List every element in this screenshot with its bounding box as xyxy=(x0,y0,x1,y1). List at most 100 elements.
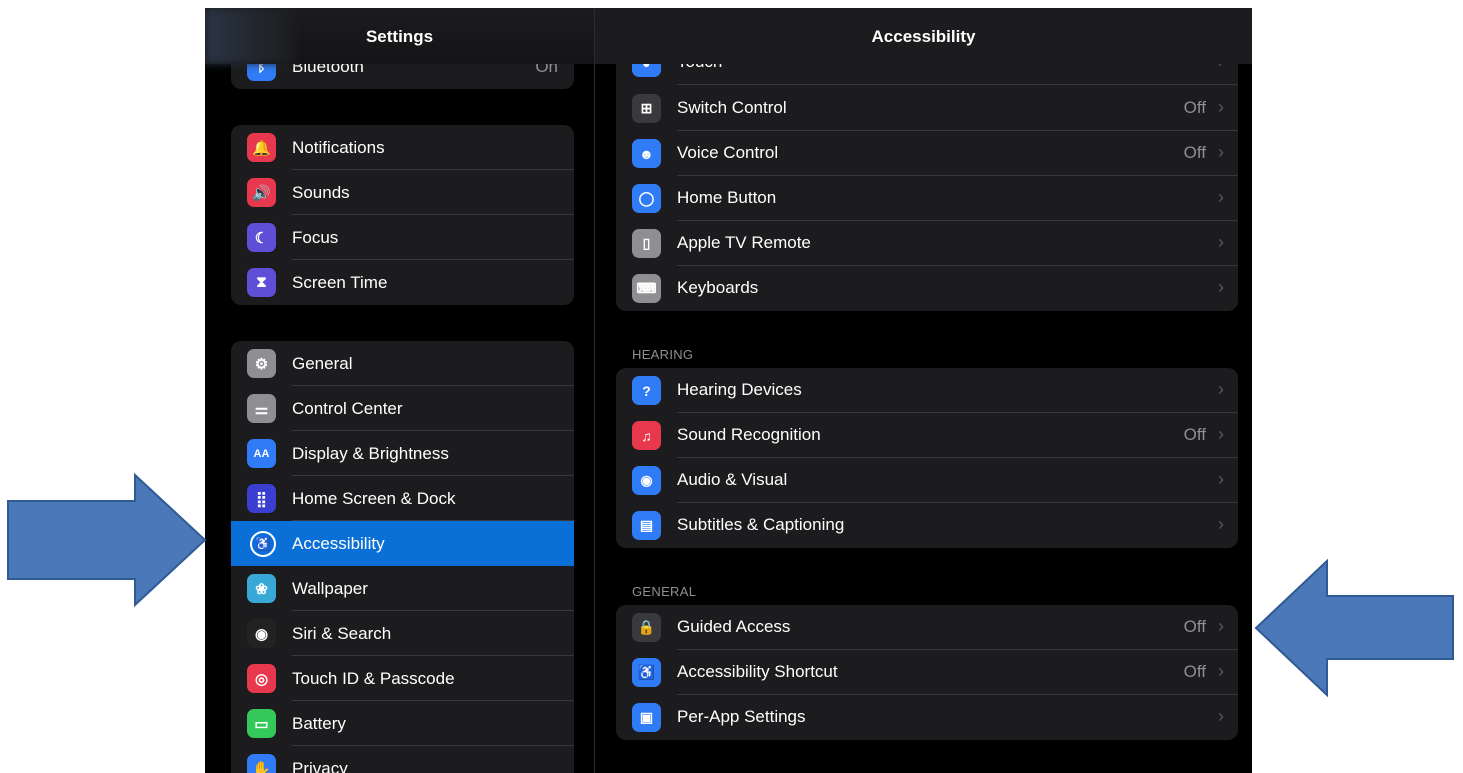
sidebar-item-battery[interactable]: ▭ Battery xyxy=(231,701,574,746)
toggles-icon: ⚌ xyxy=(247,394,276,423)
accessibility-shortcut-icon: ♿ xyxy=(632,658,661,687)
row-label: Keyboards xyxy=(677,278,759,297)
sidebar-item-label: Sounds xyxy=(292,183,350,202)
settings-row-home-button[interactable]: ◯ Home Button › xyxy=(616,176,1238,221)
row-value: Off xyxy=(1183,143,1206,162)
chevron-right-icon: › xyxy=(1218,97,1224,117)
bell-icon: 🔔 xyxy=(247,133,276,162)
chevron-right-icon: › xyxy=(1218,232,1224,252)
sidebar-item-label: General xyxy=(292,354,353,373)
siri-icon: ◉ xyxy=(247,619,276,648)
sidebar-item-general[interactable]: ⚙ General xyxy=(231,341,574,386)
row-label: Subtitles & Captioning xyxy=(677,515,845,534)
sidebar-item-notifications[interactable]: 🔔 Notifications xyxy=(231,125,574,170)
ipad-screen: Settings ᛒ Bluetooth On 🔔 Notifications 🔊 S… xyxy=(205,8,1252,773)
general-group: 🔒 Guided Access Off › ♿ Accessibility Shortcu… xyxy=(616,605,1238,740)
sound-wave-icon: ♫ xyxy=(632,421,661,450)
settings-row-accessibility-shortcut[interactable]: ♿ Accessibility Shortcut Off › xyxy=(616,650,1238,695)
settings-row-sound-recognition[interactable]: ♫ Sound Recognition Off › xyxy=(616,413,1238,458)
per-app-icon: ▣ xyxy=(632,703,661,732)
gear-icon: ⚙ xyxy=(247,349,276,378)
chevron-right-icon: › xyxy=(1218,142,1224,162)
section-header-hearing: HEARING xyxy=(632,347,694,362)
settings-row-keyboards[interactable]: ⌨ Keyboards › xyxy=(616,266,1238,311)
sidebar-item-label: Home Screen & Dock xyxy=(292,489,456,508)
fingerprint-icon: ◎ xyxy=(247,664,276,693)
sidebar-item-control-center[interactable]: ⚌ Control Center xyxy=(231,386,574,431)
ear-icon: ? xyxy=(632,376,661,405)
chevron-right-icon: › xyxy=(1218,424,1224,444)
row-value: Off xyxy=(1183,662,1206,681)
sidebar-item-wallpaper[interactable]: ❀ Wallpaper xyxy=(231,566,574,611)
sidebar-item-siri-search[interactable]: ◉ Siri & Search xyxy=(231,611,574,656)
sidebar-item-label: Siri & Search xyxy=(292,624,392,643)
row-value: Off xyxy=(1183,98,1206,117)
row-label: Audio & Visual xyxy=(677,470,788,489)
settings-row-subtitles-captioning[interactable]: ▤ Subtitles & Captioning › xyxy=(616,503,1238,548)
sidebar-group-notifications: 🔔 Notifications 🔊 Sounds ☾ Focus ⧗ Screen Time xyxy=(231,125,574,305)
switch-grid-icon: ⊞ xyxy=(632,94,661,123)
chevron-right-icon: › xyxy=(1218,616,1224,636)
sidebar-item-label: Wallpaper xyxy=(292,579,368,598)
physical-motor-group: ⊞ Switch Control Off › ☻ Voice Control Off › ◯ Ho… xyxy=(616,86,1238,311)
row-label: Hearing Devices xyxy=(677,380,802,399)
row-label: Apple TV Remote xyxy=(677,233,811,252)
hand-icon: ✋ xyxy=(247,754,276,773)
sidebar-item-touch-id-passcode[interactable]: ◎ Touch ID & Passcode xyxy=(231,656,574,701)
chevron-right-icon: › xyxy=(1218,514,1224,534)
sidebar-item-label: Notifications xyxy=(292,138,385,157)
home-grid-icon: ⣿ xyxy=(247,484,276,513)
lock-icon: 🔒 xyxy=(632,613,661,642)
sidebar-group-general: ⚙ General ⚌ Control Center AA Display & Brigh… xyxy=(231,341,574,773)
settings-sidebar: Settings ᛒ Bluetooth On 🔔 Notifications 🔊 S… xyxy=(205,8,594,773)
sidebar-title: Settings xyxy=(365,27,434,46)
settings-row-hearing-devices[interactable]: ? Hearing Devices › xyxy=(616,368,1238,413)
settings-row-switch-control[interactable]: ⊞ Switch Control Off › xyxy=(616,86,1238,131)
settings-row-audio-visual[interactable]: ◉ Audio & Visual › xyxy=(616,458,1238,503)
keyboard-icon: ⌨ xyxy=(632,274,661,303)
audio-visual-icon: ◉ xyxy=(632,466,661,495)
sidebar-item-label: Privacy xyxy=(292,759,348,773)
remote-icon: ▯ xyxy=(632,229,661,258)
settings-row-voice-control[interactable]: ☻ Voice Control Off › xyxy=(616,131,1238,176)
settings-row-per-app-settings[interactable]: ▣ Per-App Settings › xyxy=(616,695,1238,740)
accessibility-pane: Accessibility ● Touch › ⊞Switch ControlO… xyxy=(595,8,1252,773)
hearing-group: ? Hearing Devices › ♫ Sound Recognition Off › ◉… xyxy=(616,368,1238,548)
chevron-right-icon: › xyxy=(1218,277,1224,297)
sidebar-item-sounds[interactable]: 🔊 Sounds xyxy=(231,170,574,215)
sidebar-item-label: Control Center xyxy=(292,399,403,418)
sidebar-item-privacy[interactable]: ✋ Privacy xyxy=(231,746,574,773)
accessibility-icon: ♿ xyxy=(250,531,276,557)
row-value: Off xyxy=(1183,425,1206,444)
sidebar-item-accessibility[interactable]: ♿ Accessibility xyxy=(231,521,574,566)
row-value: Off xyxy=(1183,617,1206,636)
chevron-right-icon: › xyxy=(1218,187,1224,207)
sidebar-item-focus[interactable]: ☾ Focus xyxy=(231,215,574,260)
sidebar-item-label: Battery xyxy=(292,714,346,733)
text-size-icon: AA xyxy=(247,439,276,468)
row-label: Voice Control xyxy=(677,143,779,162)
sidebar-item-display-brightness[interactable]: AA Display & Brightness xyxy=(231,431,574,476)
home-button-icon: ◯ xyxy=(632,184,661,213)
captions-icon: ▤ xyxy=(632,511,661,540)
annotation-arrow-left xyxy=(1254,558,1454,698)
sidebar-item-label: Focus xyxy=(292,228,339,247)
battery-icon: ▭ xyxy=(247,709,276,738)
row-label: Per-App Settings xyxy=(677,707,806,726)
moon-icon: ☾ xyxy=(247,223,276,252)
sidebar-item-label: Display & Brightness xyxy=(292,444,449,463)
sidebar-item-label: Touch ID & Passcode xyxy=(292,669,455,688)
row-label: Guided Access xyxy=(677,617,791,636)
chevron-right-icon: › xyxy=(1218,469,1224,489)
settings-row-guided-access[interactable]: 🔒 Guided Access Off › xyxy=(616,605,1238,650)
settings-row-apple-tv-remote[interactable]: ▯ Apple TV Remote › xyxy=(616,221,1238,266)
page-title: Accessibility xyxy=(871,27,976,46)
sidebar-header: Settings xyxy=(205,8,594,64)
sidebar-item-home-screen-dock[interactable]: ⣿ Home Screen & Dock xyxy=(231,476,574,521)
sidebar-item-label: Screen Time xyxy=(292,273,388,292)
sidebar-item-screen-time[interactable]: ⧗ Screen Time xyxy=(231,260,574,305)
row-label: Home Button xyxy=(677,188,777,207)
annotation-arrow-right xyxy=(7,473,207,608)
chevron-right-icon: › xyxy=(1218,661,1224,681)
chevron-right-icon: › xyxy=(1218,379,1224,399)
